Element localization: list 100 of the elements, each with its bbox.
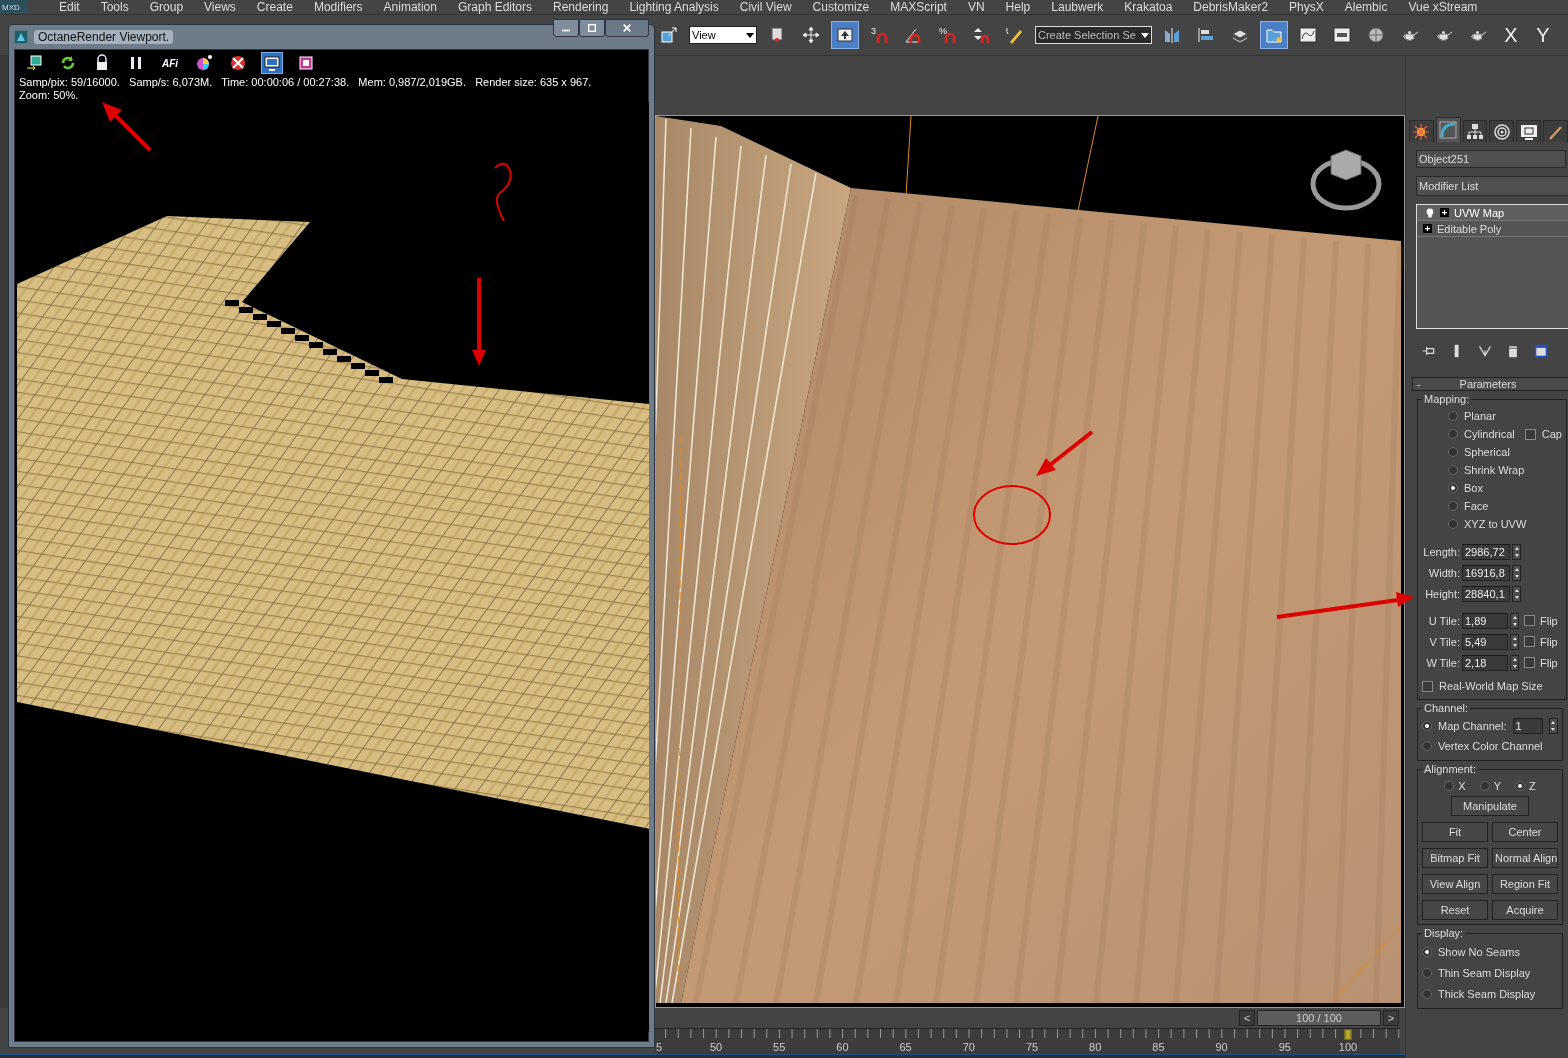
menu-item[interactable]: Modifiers — [313, 0, 363, 14]
app-logo[interactable]: MXD — [0, 0, 28, 14]
align-button[interactable]: Bitmap Fit — [1422, 848, 1488, 868]
radio-button[interactable] — [1422, 988, 1432, 999]
checkbox[interactable] — [1524, 636, 1535, 647]
radio-button[interactable] — [1479, 781, 1490, 791]
radio-button[interactable] — [1448, 501, 1458, 511]
number-field[interactable]: 28840,1 — [1462, 585, 1510, 602]
previous-frame-button[interactable]: < — [1239, 1010, 1255, 1026]
align-button[interactable]: Reset — [1422, 900, 1488, 920]
checkbox[interactable] — [1422, 680, 1433, 692]
panel-tab[interactable] — [1462, 120, 1488, 142]
afi-button[interactable]: AFi — [159, 52, 181, 74]
toolbar-button[interactable] — [831, 21, 859, 49]
menu-item[interactable]: VN — [967, 0, 985, 14]
radio-button[interactable] — [1448, 483, 1458, 493]
view-dropdown[interactable]: View — [689, 26, 757, 44]
panel-tab[interactable] — [1543, 120, 1568, 142]
stack-item[interactable]: Editable Poly — [1417, 221, 1568, 237]
close-icon — [622, 23, 632, 33]
menu-item[interactable]: Vue xStream — [1408, 0, 1478, 14]
render-tool-button[interactable] — [261, 52, 283, 74]
menu-item[interactable]: PhysX — [1289, 0, 1324, 14]
align-button[interactable]: View Align — [1422, 874, 1488, 894]
menu-item[interactable]: Alembic — [1344, 0, 1388, 14]
spinner-arrows[interactable] — [1548, 718, 1558, 734]
spinner-arrows[interactable] — [1512, 564, 1521, 581]
radio-button[interactable] — [1422, 721, 1432, 731]
panel-tab[interactable] — [1489, 120, 1515, 142]
group-title: Channel: — [1423, 702, 1470, 714]
spinner-arrows[interactable] — [1512, 543, 1521, 560]
time-slider-thumb[interactable] — [1344, 1029, 1352, 1040]
toolbar-button[interactable]: % — [933, 21, 961, 49]
modifier-stack[interactable]: UVW Map Editable Poly — [1416, 204, 1568, 329]
menu-item[interactable]: Lighting Analysis — [629, 0, 719, 14]
spinner-arrows[interactable] — [1510, 633, 1519, 650]
menu-item[interactable]: Create — [256, 0, 293, 14]
radio-button[interactable] — [1422, 967, 1432, 978]
spinner-arrows[interactable] — [1512, 585, 1521, 602]
checkbox[interactable] — [1524, 615, 1535, 626]
menu-item[interactable]: DebrisMaker2 — [1193, 0, 1269, 14]
manipulate-button[interactable]: Manipulate — [1451, 796, 1529, 816]
align-button[interactable]: Acquire — [1492, 900, 1558, 920]
menu-item[interactable]: Edit — [59, 0, 80, 14]
radio-button[interactable] — [1422, 946, 1432, 957]
radio-button[interactable] — [1448, 465, 1458, 475]
axis-button[interactable]: Y — [1530, 21, 1556, 49]
stack-item[interactable]: UVW Map — [1417, 205, 1568, 221]
menu-item[interactable]: Customize — [812, 0, 870, 14]
frame-number: 60 — [836, 1041, 849, 1053]
menu-item[interactable]: Krakatoa — [1124, 0, 1173, 14]
menu-item[interactable]: Help — [1005, 0, 1031, 14]
time-slider[interactable]: 100 / 100 — [1257, 1010, 1381, 1026]
align-button[interactable]: Center — [1492, 822, 1558, 842]
radio-button[interactable] — [1448, 519, 1458, 529]
radio-button[interactable] — [1448, 429, 1458, 439]
panel-tab[interactable] — [1435, 117, 1461, 142]
toolbar-button[interactable]: 3 — [865, 21, 893, 49]
menu-item[interactable]: Views — [204, 0, 236, 14]
frame-number: 100 — [1338, 1041, 1358, 1053]
checkbox[interactable] — [1524, 428, 1536, 440]
next-frame-button[interactable]: > — [1383, 1010, 1399, 1026]
spinner-arrows[interactable] — [1510, 654, 1519, 671]
radio-button[interactable] — [1422, 741, 1432, 751]
radio-button[interactable] — [1514, 781, 1525, 791]
menu-item[interactable]: Civil View — [739, 0, 792, 14]
radio-button[interactable] — [1444, 781, 1455, 791]
menu-item[interactable]: MAXScript — [890, 0, 947, 14]
menu-item[interactable]: Tools — [100, 0, 129, 14]
minimize-button[interactable] — [553, 19, 579, 37]
number-field[interactable]: 1 — [1512, 718, 1543, 734]
modifier-list-dropdown[interactable]: Modifier List — [1416, 176, 1568, 196]
rollout-header[interactable]: - Parameters — [1412, 377, 1568, 391]
number-field[interactable]: 2,18 — [1462, 654, 1508, 671]
target-icon — [1492, 122, 1511, 141]
number-field[interactable]: 5,49 — [1462, 633, 1508, 650]
maximize-button[interactable] — [579, 19, 605, 37]
menu-item[interactable]: Graph Editors — [457, 0, 532, 14]
selection-set-dropdown[interactable]: Create Selection Se — [1035, 26, 1152, 44]
scribble-annotation — [494, 162, 512, 222]
axis-button[interactable]: X — [1498, 21, 1524, 49]
object-name-field[interactable]: Object251 — [1416, 150, 1566, 168]
number-field[interactable]: 1,89 — [1462, 612, 1508, 629]
menu-item[interactable]: Laubwerk — [1051, 0, 1104, 14]
timeline-ruler[interactable]: 5 50 55 60 65 70 75 80 85 90 95 100 — [655, 1028, 1400, 1054]
menu-item[interactable]: Group — [149, 0, 184, 14]
number-field[interactable]: 2986,72 — [1462, 543, 1510, 560]
menu-item[interactable]: Rendering — [553, 0, 609, 14]
menu-item[interactable]: Animation — [383, 0, 437, 14]
panel-tab[interactable] — [1409, 120, 1434, 142]
spinner-arrows[interactable] — [1510, 612, 1519, 629]
radio-button[interactable] — [1448, 411, 1458, 421]
align-button[interactable]: Normal Align — [1492, 848, 1558, 868]
radio-button[interactable] — [1448, 447, 1458, 457]
close-button[interactable] — [605, 19, 649, 37]
align-button[interactable]: Fit — [1422, 822, 1488, 842]
checkbox[interactable] — [1524, 657, 1535, 668]
number-field[interactable]: 16916,8 — [1462, 564, 1510, 581]
align-button[interactable]: Region Fit — [1492, 874, 1558, 894]
panel-tab[interactable] — [1516, 120, 1542, 142]
